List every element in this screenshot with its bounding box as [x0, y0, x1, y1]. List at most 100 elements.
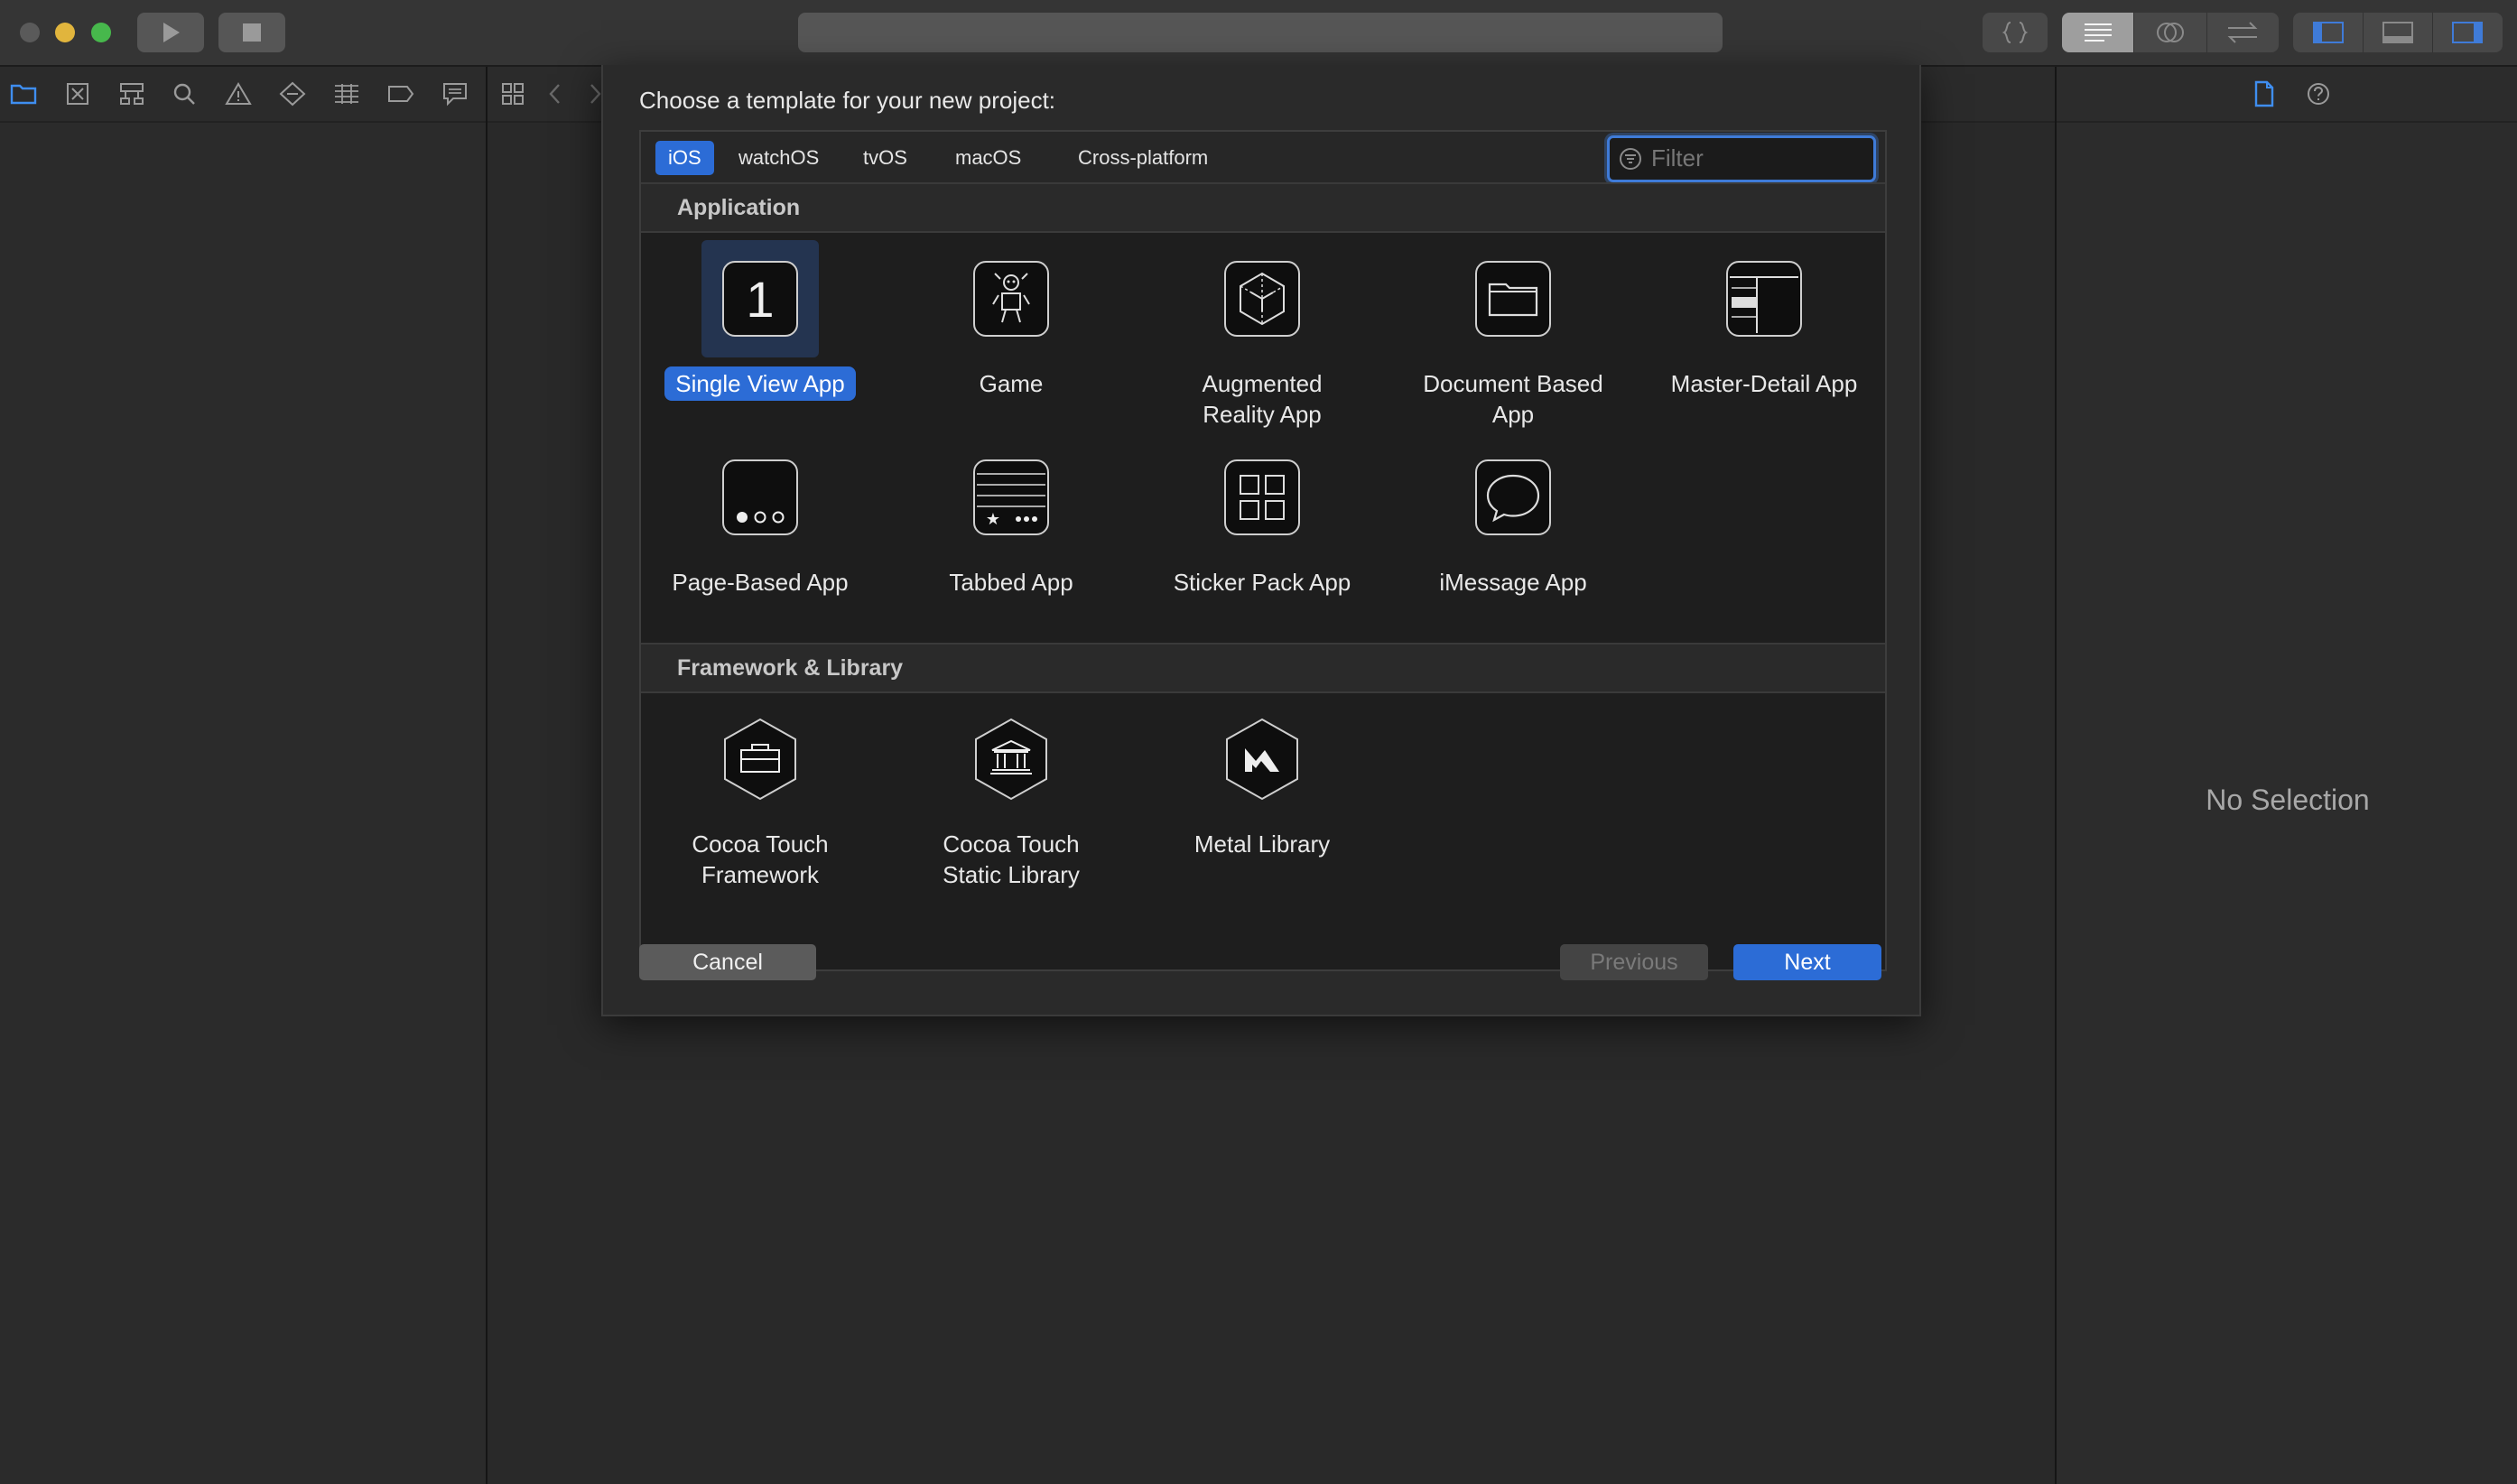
back-chevron-icon[interactable] [540, 79, 569, 108]
section-header-application: Application [641, 182, 1885, 233]
inspector-toggle-icon [2452, 22, 2484, 43]
editor-mode-control[interactable] [2062, 13, 2279, 52]
play-icon [163, 23, 180, 42]
breakpoint-icon[interactable] [386, 79, 415, 108]
search-icon[interactable] [170, 79, 199, 108]
template-cocoa-touch-static-library[interactable]: Cocoa Touch Static Library [894, 700, 1128, 890]
related-items-icon[interactable] [498, 79, 527, 108]
debug-area-toggle-icon [2382, 22, 2413, 43]
navigator-toggle-icon [2312, 22, 2344, 43]
single-view-app-icon: 1 [722, 261, 798, 337]
cancel-button[interactable]: Cancel [639, 944, 816, 980]
template-label: Cocoa Touch Framework [692, 830, 829, 888]
assistant-editor-icon [2156, 23, 2184, 42]
version-editor-icon [2227, 22, 2258, 43]
template-augmented-reality-app[interactable]: Augmented Reality App [1145, 240, 1379, 430]
sticker-pack-icon [1224, 459, 1300, 535]
template-tabbed-app[interactable]: ★ Tabbed App [894, 439, 1128, 598]
template-master-detail-app[interactable]: Master-Detail App [1647, 240, 1881, 399]
next-button[interactable]: Next [1733, 944, 1881, 980]
braces-icon [2002, 22, 2029, 43]
static-library-icon [975, 718, 1047, 801]
template-single-view-app[interactable]: 1 Single View App [643, 240, 878, 401]
template-game[interactable]: Game [894, 240, 1128, 399]
inspector-selector-bar [2057, 67, 2517, 123]
template-label: Metal Library [1193, 830, 1331, 858]
sheet-title: Choose a template for your new project: [639, 87, 1056, 114]
code-review-button[interactable] [1983, 13, 2048, 52]
template-label: Single View App [664, 366, 856, 401]
template-imessage-app[interactable]: iMessage App [1396, 439, 1630, 598]
template-cocoa-touch-framework[interactable]: Cocoa Touch Framework [643, 700, 878, 890]
help-icon[interactable] [2304, 79, 2333, 108]
minimize-window-button[interactable] [55, 23, 75, 42]
template-sticker-pack-app[interactable]: Sticker Pack App [1145, 439, 1379, 598]
navigator-selector-bar [0, 67, 486, 123]
game-icon [973, 261, 1049, 337]
previous-button[interactable]: Previous [1560, 944, 1708, 980]
metal-library-icon [1226, 718, 1298, 801]
no-selection-label: No Selection [2206, 784, 2370, 816]
template-label: Sticker Pack App [1173, 569, 1351, 596]
template-label: Tabbed App [949, 569, 1073, 596]
section-title: Framework & Library [677, 655, 904, 681]
filter-input[interactable] [1649, 144, 1861, 172]
file-inspector-icon[interactable] [2250, 79, 2279, 108]
augmented-reality-icon [1224, 261, 1300, 337]
standard-editor-button[interactable] [2062, 13, 2135, 52]
assistant-editor-button[interactable] [2134, 13, 2207, 52]
tabbed-app-icon: ★ [973, 459, 1049, 535]
debug-area-toggle-button[interactable] [2364, 13, 2433, 52]
template-document-based-app[interactable]: Document Based App [1396, 240, 1630, 430]
svg-text:★: ★ [986, 510, 1000, 529]
activity-viewer [798, 13, 1723, 52]
platform-tab-bar: iOS watchOS tvOS macOS Cross-platform [641, 132, 1885, 184]
navigator-pane [0, 67, 488, 1484]
tab-watchos[interactable]: watchOS [726, 141, 831, 175]
close-window-button[interactable] [20, 23, 40, 42]
template-label: Augmented Reality App [1202, 370, 1323, 428]
new-project-sheet: Choose a template for your new project: … [601, 65, 1921, 1016]
run-button[interactable] [137, 13, 204, 52]
navigator-toggle-button[interactable] [2293, 13, 2364, 52]
tab-tvos[interactable]: tvOS [850, 141, 920, 175]
section-header-framework-library: Framework & Library [641, 643, 1885, 693]
filter-icon [1620, 148, 1641, 170]
filter-field[interactable] [1607, 135, 1876, 182]
zoom-window-button[interactable] [91, 23, 111, 42]
document-based-icon [1475, 261, 1551, 337]
template-label: Page-Based App [672, 569, 849, 596]
tab-macos[interactable]: macOS [943, 141, 1034, 175]
template-label: iMessage App [1439, 569, 1587, 596]
template-label: Master-Detail App [1670, 370, 1858, 397]
source-control-icon[interactable] [63, 79, 92, 108]
folder-icon[interactable] [9, 79, 38, 108]
page-based-icon [722, 459, 798, 535]
test-icon[interactable] [278, 79, 307, 108]
panel-toggle-control[interactable] [2293, 13, 2503, 52]
template-panel: iOS watchOS tvOS macOS Cross-platform Ap… [639, 130, 1887, 971]
template-label: Game [979, 370, 1044, 397]
debug-icon[interactable] [332, 79, 361, 108]
window-toolbar [0, 0, 2517, 67]
svg-text:1: 1 [746, 271, 774, 328]
report-icon[interactable] [441, 79, 469, 108]
stop-button[interactable] [218, 13, 285, 52]
inspector-toggle-button[interactable] [2433, 13, 2503, 52]
template-label: Cocoa Touch Static Library [943, 830, 1080, 888]
section-title: Application [677, 195, 801, 220]
warning-icon[interactable] [224, 79, 253, 108]
imessage-icon [1475, 459, 1551, 535]
template-page-based-app[interactable]: Page-Based App [643, 439, 878, 598]
inspector-pane: No Selection [2055, 67, 2517, 1484]
hierarchy-icon[interactable] [117, 79, 146, 108]
template-metal-library[interactable]: Metal Library [1145, 700, 1379, 859]
standard-editor-icon [2084, 23, 2112, 42]
tab-ios[interactable]: iOS [655, 141, 714, 175]
stop-icon [243, 23, 261, 42]
framework-icon [724, 718, 796, 801]
version-editor-button[interactable] [2207, 13, 2279, 52]
master-detail-icon [1726, 261, 1802, 337]
tab-cross-platform[interactable]: Cross-platform [1065, 141, 1221, 175]
template-label: Document Based App [1423, 370, 1603, 428]
